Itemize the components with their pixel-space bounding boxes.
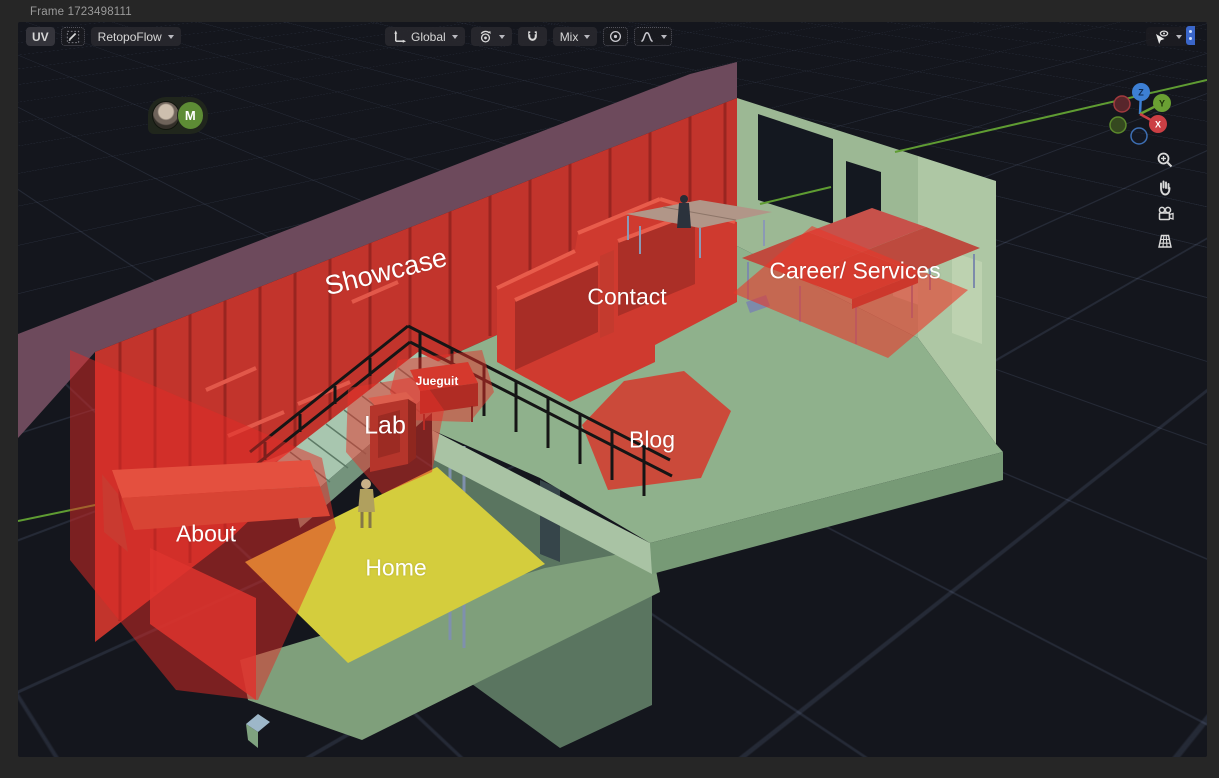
pivot-point-icon bbox=[478, 29, 493, 44]
axis-negative-y-ball[interactable] bbox=[1110, 117, 1126, 133]
area-label-home[interactable]: Home bbox=[365, 555, 426, 582]
area-label-blog[interactable]: Blog bbox=[629, 427, 675, 454]
proportional-editing-button[interactable] bbox=[603, 27, 628, 46]
axis-y-label: Y bbox=[1159, 99, 1165, 109]
transform-orientation-dropdown[interactable]: Global bbox=[385, 27, 465, 46]
pan-hand-button[interactable] bbox=[1156, 178, 1174, 196]
chevron-down-icon bbox=[168, 35, 174, 39]
collaborator-photo bbox=[152, 101, 180, 130]
chevron-down-icon bbox=[1176, 35, 1182, 39]
show-gizmo-eye-icon bbox=[1153, 29, 1170, 45]
area-label-lab[interactable]: Lab bbox=[364, 412, 406, 441]
chevron-down-icon bbox=[584, 35, 590, 39]
collapsed-panel-button[interactable] bbox=[1186, 26, 1195, 45]
orientation-axes-icon bbox=[392, 29, 407, 44]
pivot-point-dropdown[interactable] bbox=[471, 27, 512, 46]
show-gizmo-dropdown[interactable] bbox=[1146, 27, 1189, 46]
retopoflow-menu[interactable]: RetopoFlow bbox=[91, 27, 181, 46]
axis-x-label: X bbox=[1155, 120, 1161, 130]
snap-magnet-icon bbox=[525, 29, 540, 44]
collaborator-initial-badge: M bbox=[177, 101, 205, 130]
axis-negative-x-ball[interactable] bbox=[1114, 96, 1130, 112]
uv-label: UV bbox=[32, 30, 49, 44]
proportional-editing-icon bbox=[608, 29, 623, 44]
falloff-dropdown[interactable] bbox=[634, 27, 672, 46]
axis-gizmo[interactable]: Z Y X bbox=[1103, 77, 1193, 167]
area-label-career-services[interactable]: Career/ Services bbox=[769, 258, 940, 285]
chevron-down-icon bbox=[499, 35, 505, 39]
axis-z-label: Z bbox=[1138, 88, 1144, 98]
area-label-jueguit[interactable]: Jueguit bbox=[416, 374, 459, 388]
zoom-button[interactable] bbox=[1156, 151, 1174, 169]
camera-view-button[interactable] bbox=[1156, 205, 1175, 223]
snap-with-dropdown[interactable]: Mix bbox=[553, 27, 598, 46]
floor-grid bbox=[18, 22, 1207, 479]
area-label-contact[interactable]: Contact bbox=[587, 284, 666, 311]
orthographic-grid-button[interactable] bbox=[1156, 232, 1174, 250]
viewport-3d-canvas[interactable]: Showcase Contact Career/ Services Blog L… bbox=[18, 22, 1207, 757]
viewport-header: UV RetopoFlow bbox=[18, 27, 1207, 47]
retopoflow-label: RetopoFlow bbox=[98, 30, 162, 44]
collaborator-avatar[interactable]: M bbox=[148, 97, 208, 134]
blend-mode-label: Mix bbox=[560, 30, 579, 44]
snap-toggle-button[interactable] bbox=[518, 27, 547, 46]
uv-editor-button[interactable]: UV bbox=[26, 27, 55, 46]
chevron-down-icon bbox=[661, 35, 667, 39]
frame-title[interactable]: Frame 1723498111 bbox=[30, 6, 132, 18]
falloff-curve-icon bbox=[639, 29, 655, 44]
annotate-pencil-icon bbox=[66, 30, 80, 44]
area-label-about[interactable]: About bbox=[176, 521, 236, 548]
orientation-label: Global bbox=[411, 30, 446, 44]
chevron-down-icon bbox=[452, 35, 458, 39]
annotate-tool-button[interactable] bbox=[61, 27, 85, 46]
axis-negative-z-ball[interactable] bbox=[1131, 128, 1147, 144]
